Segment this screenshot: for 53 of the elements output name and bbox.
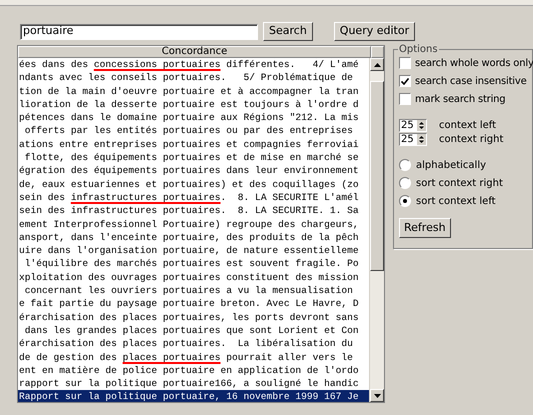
radio-label[interactable]: alphabetically (416, 158, 486, 172)
checkbox[interactable] (399, 57, 411, 69)
checkbox-label[interactable]: mark search string (415, 92, 506, 106)
query-editor-button[interactable]: Query editor (334, 22, 416, 41)
spinner-field[interactable]: 25 (399, 118, 427, 132)
radio-label[interactable]: sort context left (416, 194, 496, 208)
column-header: Concordance (18, 46, 371, 58)
spinner-label: context left (439, 118, 496, 132)
search-field[interactable]: portuaire (20, 24, 258, 40)
concordance-line[interactable]: ansport, dans l'enceinte portuaire, des produits de la pêch (18, 230, 370, 244)
concordance-line[interactable]: érarchisation des places portuaires, les ports devront sans (18, 310, 370, 324)
concordance-line[interactable]: érarchisation des places portuaires. La libéralisation du (18, 337, 370, 351)
radio-button[interactable] (399, 159, 411, 171)
concordance-line[interactable]: l'équilibre des marchés portuaires est souvent fragile. Po (18, 257, 370, 271)
spinner-label: context right (439, 132, 504, 146)
concordance-line[interactable]: xploitation des ouvrages portuaires constituent des mission (18, 270, 370, 284)
concordance-line[interactable]: flotte, des équipements portuaires et de mise en marché se (18, 151, 370, 164)
concordance-line[interactable]: uire dans l'organisation portuaire, de nature essentielleme (18, 244, 370, 258)
concordance-line[interactable]: offerts par les entités portuaires ou par des entreprises (18, 124, 370, 138)
concordance-line[interactable]: sein des infrastructures portuaires. 8. LA SECURITE L'amél (18, 190, 370, 204)
checkbox-label[interactable]: search case insensitive (415, 74, 527, 88)
concordance-line[interactable]: ées dans des concessions portuaires différentes. 4/ L'amé (18, 58, 370, 72)
concordance-line[interactable]: de de gestion des places portuaires pourrait aller vers le (18, 350, 370, 364)
concordance-line[interactable]: concernant les ouvriers portuaires a vu la mensualisation (18, 284, 370, 298)
checkbox[interactable] (399, 75, 411, 87)
concordance-line[interactable]: sein des infrastructures portuaires. 8. LA SECURITE. 1. Sa (18, 204, 370, 218)
spinner-arrows-icon[interactable] (417, 120, 426, 130)
radio-button[interactable] (399, 195, 411, 207)
concordance-line[interactable]: égration des équipements portuaires dans leur environnement (18, 164, 370, 178)
concordance-line[interactable]: dans les grandes places portuaires que sont Lorient et Con (18, 324, 370, 338)
concordance-line[interactable]: de, eaux estuariennes et portuaires) et des coquillages (zo (18, 178, 370, 191)
concordance-line[interactable]: tion de la main d'oeuvre portuaire et à accompagner la tran (18, 84, 370, 98)
concordance-line[interactable]: pétences dans le domaine portuaire aux Régions "212. La mis (18, 111, 370, 124)
scroll-up-icon[interactable] (370, 58, 384, 71)
concordance-line[interactable]: lioration de la desserte portuaire est toujours à l'ordre d (18, 98, 370, 112)
concordance-line[interactable]: ations entre entreprises portuaires et compagnies ferroviai (18, 138, 370, 152)
radio-button[interactable] (399, 177, 411, 189)
concordance-line[interactable]: ement Interprofessionnel Portuaire) regroupe des chargeurs, (18, 218, 370, 231)
concordance-line[interactable]: ndants avec les conseils portuaires. 5/ Problématique de (18, 71, 370, 85)
radio-label[interactable]: sort context right (416, 176, 503, 190)
concordance-line[interactable]: rapport sur la politique portuaire166, a souligné le handic (18, 377, 370, 390)
checkbox-label[interactable]: search whole words only (415, 56, 533, 70)
concordance-line[interactable]: ent en matière de police portuaire en application de l'ordo (18, 364, 370, 378)
checkbox[interactable] (399, 93, 411, 105)
spinner-field[interactable]: 25 (399, 132, 427, 146)
spinner-arrows-icon[interactable] (417, 134, 426, 144)
concordance-line[interactable]: e fait partie du paysage portuaire breton. Avec Le Havre, D (18, 297, 370, 311)
scrollbar[interactable] (369, 58, 384, 402)
search-button[interactable]: Search (263, 22, 313, 41)
group-title: Options (398, 42, 439, 57)
scroll-thumb[interactable] (370, 81, 384, 271)
refresh-button[interactable]: Refresh (399, 218, 451, 238)
scroll-down-icon[interactable] (370, 389, 384, 402)
